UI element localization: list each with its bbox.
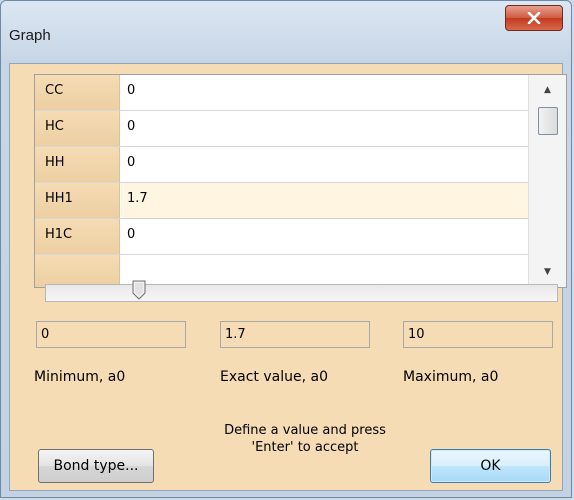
scroll-down-icon[interactable]: ▼ [529,257,566,287]
window-title: Graph [9,27,51,44]
row-key: HH1 [35,183,120,218]
hint-text: Define a value and press 'Enter' to acce… [180,422,430,456]
title-bar[interactable]: Graph [1,1,571,63]
maximum-label: Maximum, a0 [403,369,499,385]
grid-row[interactable]: HH 0 [35,147,528,183]
row-value[interactable]: 0 [121,219,528,254]
maximum-field[interactable]: 10 [403,321,553,348]
minimum-label: Minimum, a0 [34,369,126,385]
close-button[interactable] [505,5,563,31]
hint-line-2: 'Enter' to accept [251,440,359,455]
row-value[interactable]: 0 [121,147,528,182]
hint-line-1: Define a value and press [224,423,386,438]
dialog-content: CC 0 HC 0 HH 0 HH1 1.7 H1C 0 ▲ ▼ 0 1.7 1… [9,63,567,491]
bond-type-button[interactable]: Bond type... [38,449,154,483]
row-value[interactable]: 0 [121,111,528,146]
exact-value-field[interactable]: 1.7 [220,321,370,348]
grid-row[interactable]: HC 0 [35,111,528,147]
grid-row-partial [35,255,528,287]
grid-row[interactable]: CC 0 [35,75,528,111]
grid-row-selected[interactable]: HH1 1.7 [35,183,528,219]
grid-row[interactable]: H1C 0 [35,219,528,255]
scrollbar-thumb[interactable] [538,107,558,135]
parameter-grid: CC 0 HC 0 HH 0 HH1 1.7 H1C 0 ▲ ▼ [34,74,567,288]
value-slider[interactable] [45,284,558,302]
row-value[interactable]: 0 [121,75,528,110]
row-key: HC [35,111,120,146]
row-key: HH [35,147,120,182]
grid-scrollbar[interactable]: ▲ ▼ [528,75,566,287]
slider-thumb[interactable] [132,280,146,300]
row-value[interactable]: 1.7 [121,183,528,218]
ok-button[interactable]: OK [430,449,551,483]
row-key: CC [35,75,120,110]
exact-value-label: Exact value, a0 [220,369,328,385]
close-icon [527,12,541,24]
scroll-up-icon[interactable]: ▲ [529,75,566,105]
row-key: H1C [35,219,120,254]
dialog-window: Graph CC 0 HC 0 HH 0 HH1 1.7 H1C 0 ▲ ▼ 0… [0,0,572,498]
row-key [35,255,120,287]
minimum-field[interactable]: 0 [36,321,186,348]
